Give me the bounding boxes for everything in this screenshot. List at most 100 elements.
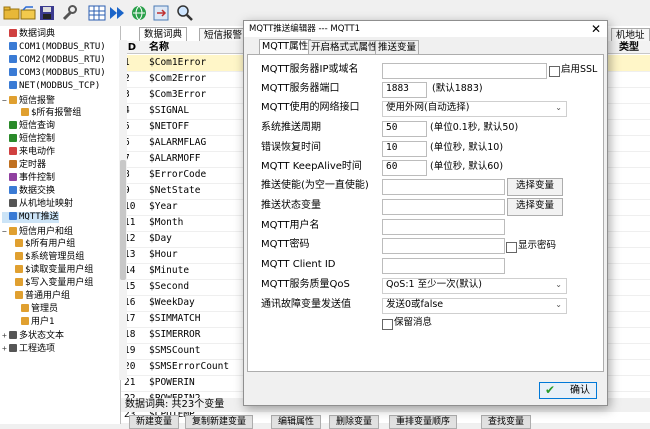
enable-input[interactable] xyxy=(382,179,505,195)
tree-node-icon xyxy=(9,42,17,51)
web-icon[interactable] xyxy=(130,4,148,22)
tab-push-variables[interactable]: 推送变量 xyxy=(375,40,420,55)
tree-item[interactable]: − 短信报警 xyxy=(2,95,55,106)
show-password-checkbox[interactable] xyxy=(506,242,517,253)
dialog-title: MQTT推送编辑器 --- MQTT1 xyxy=(244,21,607,37)
tree-item[interactable]: 从机地址映射 xyxy=(2,199,73,210)
row-name: $SIMMATCH xyxy=(149,313,201,324)
server-input[interactable] xyxy=(382,63,547,79)
new-variable-button[interactable]: 新建变量 xyxy=(129,415,180,429)
tree-item[interactable]: $所有报警组 xyxy=(14,107,81,119)
collapse-icon[interactable]: − xyxy=(2,226,9,237)
tree-item[interactable]: 数据词典 xyxy=(2,29,55,40)
retain-checkbox[interactable] xyxy=(382,319,393,330)
column-name[interactable]: 名称 xyxy=(149,41,169,54)
find-variable-button[interactable]: 查找变量 xyxy=(481,415,532,429)
chevron-down-icon: ⌄ xyxy=(555,300,562,309)
keepalive-input[interactable]: 60 xyxy=(382,160,427,176)
tree-node-icon xyxy=(15,264,23,273)
tree-item[interactable]: $写入变量用户组 xyxy=(8,277,93,289)
select-state-var-button[interactable]: 选择变量 xyxy=(507,198,563,216)
wrench-icon[interactable] xyxy=(60,4,78,22)
tree-scrollbar[interactable] xyxy=(119,40,127,380)
chevron-down-icon: ⌄ xyxy=(555,103,562,112)
clientid-input[interactable] xyxy=(382,258,505,274)
err-input[interactable]: 10 xyxy=(382,141,427,157)
tree-item[interactable]: 短信查询 xyxy=(2,120,55,132)
ok-button[interactable]: ✔ 确认 xyxy=(539,382,597,399)
tree-item[interactable]: $系统管理员组 xyxy=(8,251,85,263)
state-input[interactable] xyxy=(382,199,505,215)
grid-icon[interactable] xyxy=(88,4,106,22)
select-enable-var-button[interactable]: 选择变量 xyxy=(507,178,563,196)
tree-item[interactable]: COM2(MODBUS_RTU) xyxy=(2,55,106,66)
column-type[interactable]: 类型 xyxy=(619,41,639,54)
tree-item[interactable]: 数据交换 xyxy=(2,186,55,197)
row-name: $NETOFF xyxy=(149,121,190,132)
keepalive-hint: (单位秒, 默认60) xyxy=(430,161,504,172)
tree-item[interactable]: COM1(MODBUS_RTU) xyxy=(2,42,106,53)
tree-item[interactable]: − 短信用户和组 xyxy=(2,226,73,237)
err-label: 错误恢复时间 xyxy=(261,142,321,153)
copy-new-variable-button[interactable]: 复制新建变量 xyxy=(185,415,254,429)
tree-item[interactable]: NET(MODBUS_TCP) xyxy=(2,81,100,92)
netif-select[interactable]: 使用外网(自动选择) ⌄ xyxy=(382,101,567,117)
port-label: MQTT服务器端口 xyxy=(261,83,340,94)
run-icon[interactable] xyxy=(108,4,126,22)
export-icon[interactable] xyxy=(152,4,170,22)
tree-item[interactable]: + 多状态文本 xyxy=(2,330,64,341)
tab-format-properties[interactable]: 开启格式式属性 xyxy=(308,40,381,55)
reorder-variables-button[interactable]: 重排变量顺序 xyxy=(389,415,458,429)
folder-open-icon[interactable] xyxy=(3,4,21,22)
tree-item[interactable]: 普通用户组 xyxy=(8,291,70,302)
delete-variable-button[interactable]: 删除变量 xyxy=(329,415,380,429)
chevron-down-icon: ⌄ xyxy=(555,280,562,289)
show-password-label: 显示密码 xyxy=(518,240,557,251)
tree-item[interactable]: 短信控制 xyxy=(2,133,55,145)
row-name: $Day xyxy=(149,233,172,244)
save-icon[interactable] xyxy=(38,4,56,22)
tree-node-icon xyxy=(9,133,17,142)
tree-item[interactable]: 来电动作 xyxy=(2,146,55,158)
edit-properties-button[interactable]: 编辑属性 xyxy=(271,415,322,429)
netif-label: MQTT使用的网络接口 xyxy=(261,102,360,113)
tab-slave-address[interactable]: 机地址 xyxy=(611,28,650,42)
tree-item-label: MQTT推送 xyxy=(19,212,59,223)
port-input[interactable]: 1883 xyxy=(382,82,427,98)
ssl-checkbox[interactable] xyxy=(549,66,560,77)
tree-item[interactable]: 定时器 xyxy=(2,160,46,171)
enable-label: 推送使能(为空一直使能) xyxy=(261,180,369,191)
user-input[interactable] xyxy=(382,219,505,235)
tree-node-icon xyxy=(9,344,17,353)
pwd-input[interactable] xyxy=(382,238,505,254)
scrollbar-thumb[interactable] xyxy=(120,160,126,280)
tree-item-label: 数据词典 xyxy=(19,29,56,39)
tree-node-icon xyxy=(9,95,17,104)
close-icon[interactable]: ✕ xyxy=(589,21,603,37)
tree-item[interactable]: 事件控制 xyxy=(2,173,55,184)
tab-sms-alarm[interactable]: 短信报警 xyxy=(199,28,248,42)
tree-node-icon xyxy=(9,199,17,208)
expand-icon[interactable]: + xyxy=(2,343,9,354)
open-icon[interactable] xyxy=(20,4,38,22)
collapse-icon[interactable]: − xyxy=(2,95,9,106)
tab-data-dictionary[interactable]: 数据词典 xyxy=(139,27,188,42)
tree-node-icon xyxy=(9,160,17,168)
tree-item[interactable]: 用户1 xyxy=(14,317,54,328)
row-name: $Com1Error xyxy=(149,57,207,68)
tree-item-label: $系统管理员组 xyxy=(25,251,85,262)
tree-item[interactable]: MQTT推送 xyxy=(2,212,59,224)
tab-mqtt-properties[interactable]: MQTT属性 xyxy=(259,39,312,55)
tree-item[interactable]: $读取变量用户组 xyxy=(8,264,93,276)
tree-item[interactable]: COM3(MODBUS_RTU) xyxy=(2,68,106,79)
user-label: MQTT用户名 xyxy=(261,220,320,231)
tree-item-label: 普通用户组 xyxy=(25,291,71,301)
zoom-icon[interactable] xyxy=(176,4,194,22)
tree-item[interactable]: 管理员 xyxy=(14,304,58,315)
expand-icon[interactable]: + xyxy=(2,330,9,341)
tree-item[interactable]: + 工程选项 xyxy=(2,343,55,354)
period-input[interactable]: 50 xyxy=(382,121,427,137)
qos-select[interactable]: QoS:1 至少一次(默认) ⌄ xyxy=(382,278,567,294)
fault-select[interactable]: 发送0或false ⌄ xyxy=(382,298,567,314)
tree-item[interactable]: $所有用户组 xyxy=(8,238,75,250)
